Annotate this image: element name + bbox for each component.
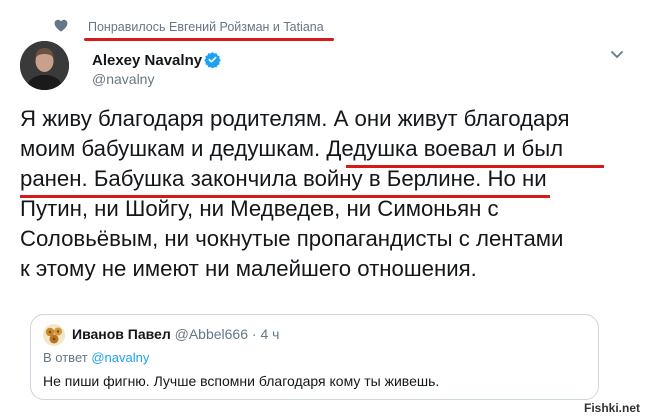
quoted-avatar[interactable] [43,324,65,346]
quoted-author-handle[interactable]: @Abbel666 [175,326,248,342]
red-underline-annotation [346,165,604,168]
quoted-tweet[interactable]: Иванов Павел @Abbel666 · 4 ч В ответ @na… [30,314,599,400]
tweet-line: к этому не имеют ни малейшего отношения. [20,256,477,281]
reply-prefix: В ответ [43,350,88,365]
red-underline-annotation [84,38,334,41]
reply-context: В ответ @navalny [43,350,149,365]
reply-mention-link[interactable]: @navalny [91,350,149,365]
chevron-down-icon[interactable] [610,50,624,60]
tweet-line: Я живу благодаря родителям. А они живут … [20,106,570,131]
heart-icon [54,19,68,32]
author-avatar[interactable] [20,41,69,90]
tweet-line: моим бабушкам и дедушкам. Дедушка воевал… [20,136,564,161]
tweet-line: Соловьёвым, ни чокнутые пропагандисты с … [20,226,564,251]
verified-badge-icon [204,52,221,68]
tweet-text: Я живу благодаря родителям. А они живут … [20,104,640,284]
tweet-line: ранен. Бабушка закончила войну в Берлине… [20,166,547,191]
quoted-time[interactable]: 4 ч [260,326,279,342]
author-handle[interactable]: @navalny [92,71,154,87]
watermark: Fishki.net [584,401,641,415]
liked-by-text[interactable]: Понравилось Евгений Ройзман и Tatiana [88,20,324,34]
quoted-header: Иванов Павел @Abbel666 · 4 ч [72,326,279,342]
quoted-tweet-text: Не пиши фигню. Лучше вспомни благодаря к… [43,373,440,389]
author-name[interactable]: Alexey Navalny [92,52,202,69]
quoted-avatar-image [43,324,65,346]
quoted-author-name[interactable]: Иванов Павел [72,326,171,342]
red-underline-annotation [20,195,550,198]
avatar-photo [20,41,69,90]
tweet-line: Путин, ни Шойгу, ни Медведев, ни Симонья… [20,196,499,221]
separator-dot: · [251,326,257,342]
